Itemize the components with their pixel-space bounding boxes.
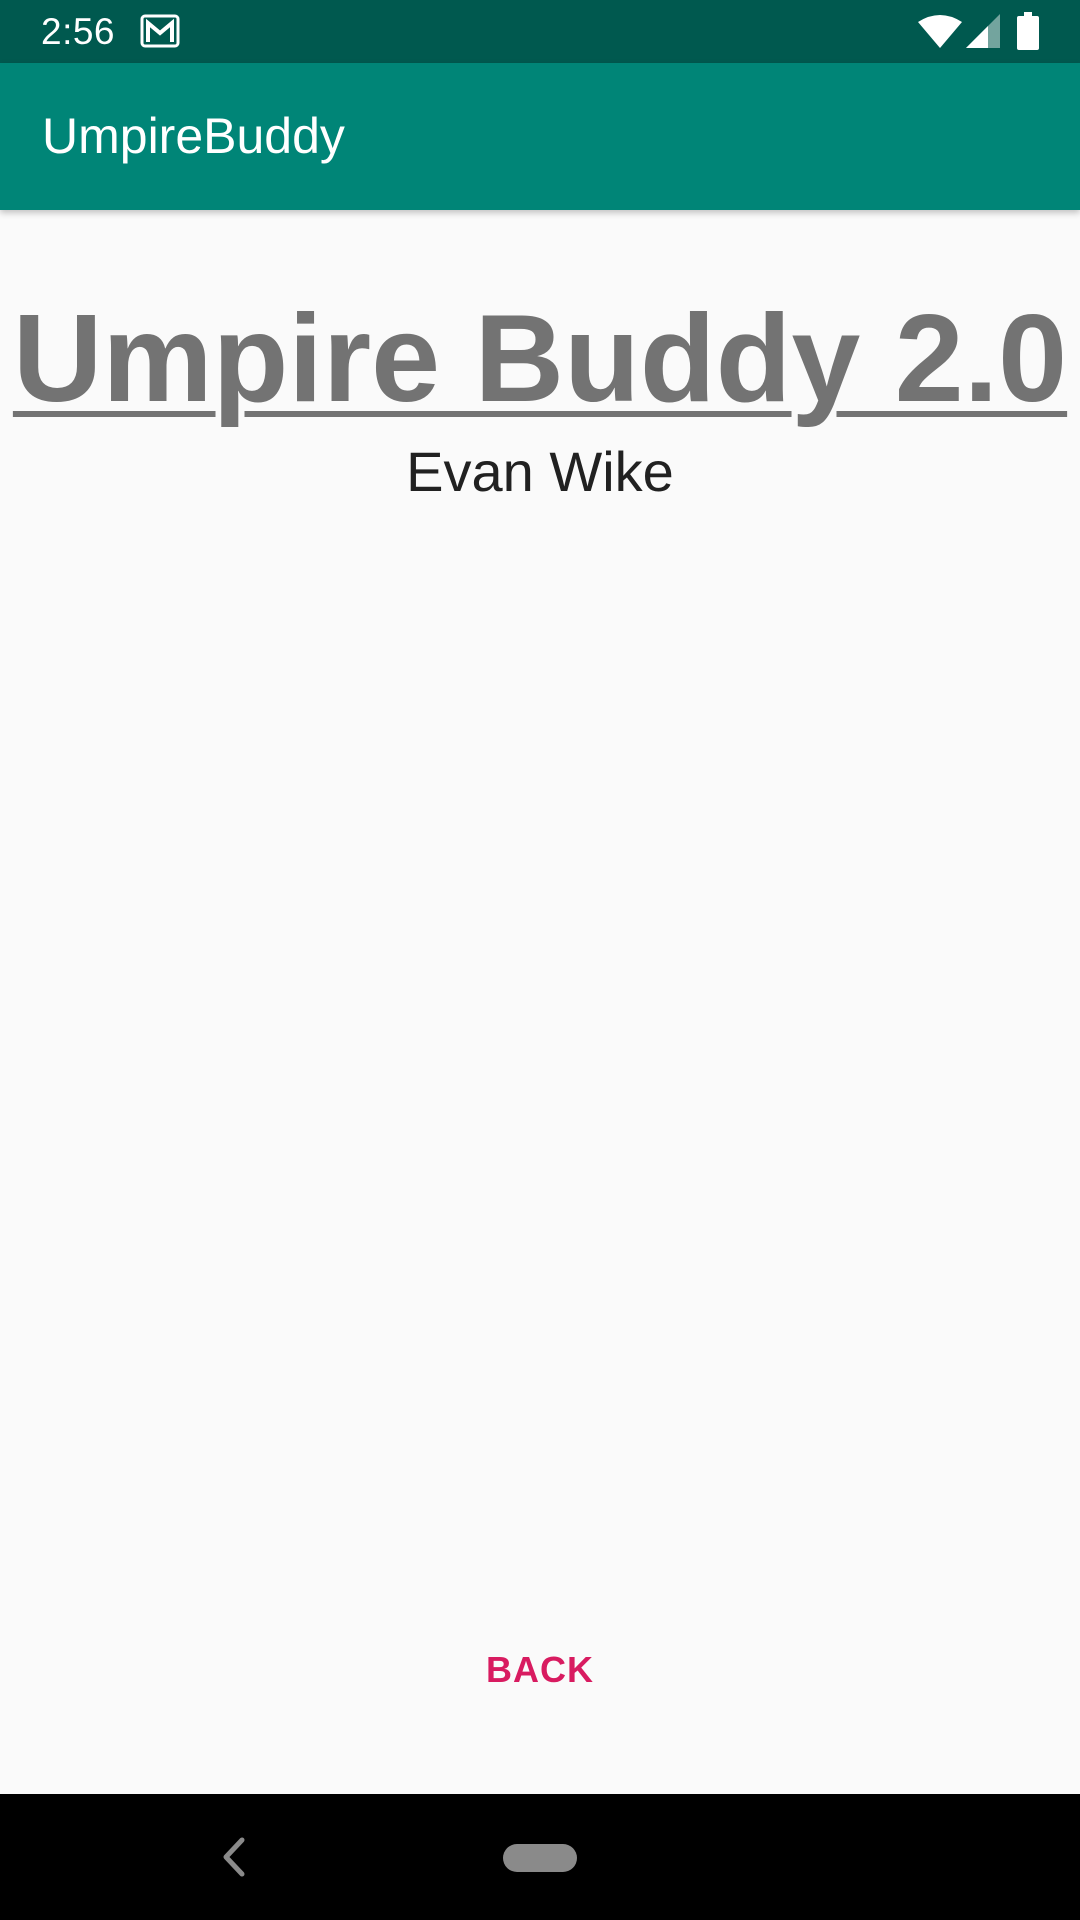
- app-bar: UmpireBuddy: [0, 63, 1080, 210]
- status-time: 2:56: [41, 11, 116, 52]
- back-nav-icon[interactable]: [218, 1834, 248, 1880]
- status-bar: 2:56: [0, 0, 1080, 63]
- main-title: Umpire Buddy 2.0: [12, 290, 1068, 428]
- app-bar-title: UmpireBuddy: [42, 108, 345, 164]
- gmail-icon: [140, 14, 180, 48]
- battery-icon: [1017, 12, 1039, 50]
- signal-icon: [966, 14, 1000, 48]
- wifi-icon: [918, 15, 962, 48]
- navigation-bar: [0, 1794, 1080, 1920]
- home-pill-icon[interactable]: [503, 1844, 577, 1872]
- author-name: Evan Wike: [406, 440, 674, 503]
- back-button[interactable]: BACK: [430, 1630, 650, 1710]
